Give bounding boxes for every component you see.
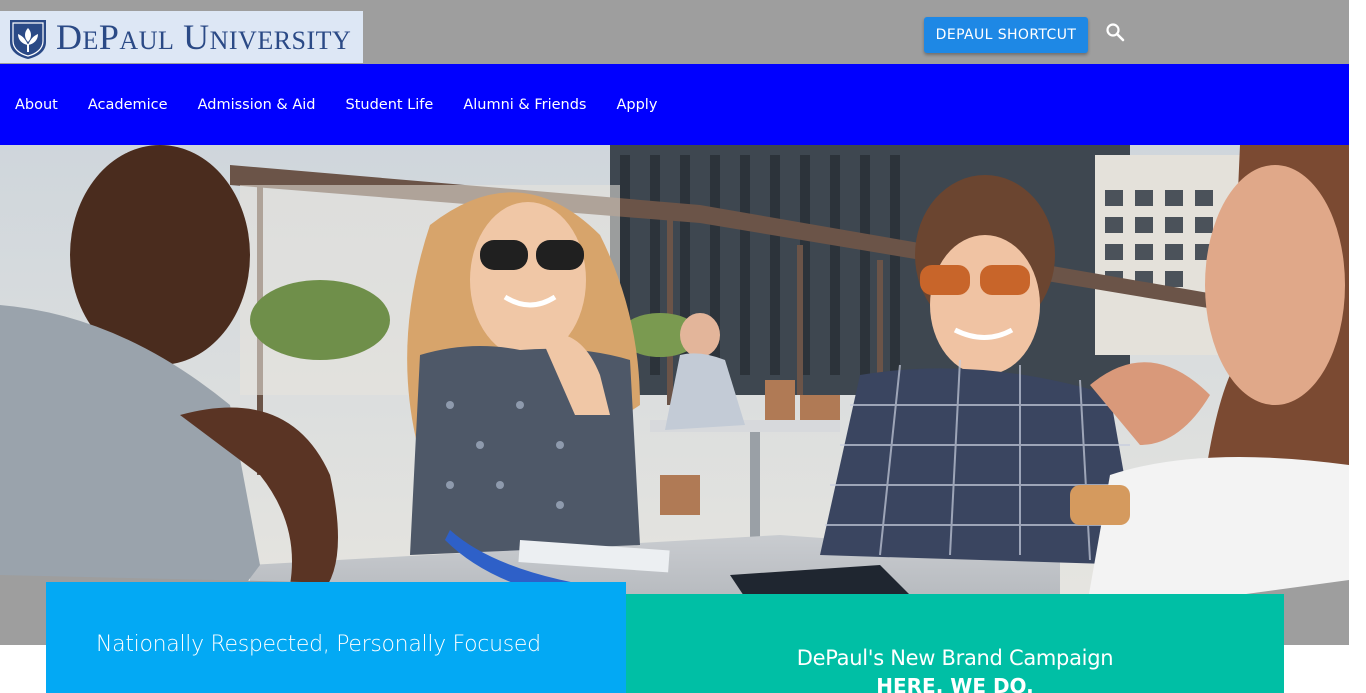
- search-icon[interactable]: [1105, 22, 1125, 42]
- nav-list: About Academice Admission & Aid Student …: [0, 64, 687, 145]
- card-right-subtitle: HERE. WE DO.: [876, 674, 1034, 693]
- nav-item-academice[interactable]: Academice: [88, 97, 168, 113]
- hero-photo-students: [0, 145, 1349, 645]
- nav-item-alumni-friends[interactable]: Alumni & Friends: [463, 97, 586, 113]
- depaul-shortcut-button[interactable]: DEPAUL SHORTCUT: [924, 17, 1088, 53]
- page: DEPAUL UNIVERSITY DEPAUL SHORTCUT About …: [0, 0, 1366, 693]
- nav-item-about[interactable]: About: [15, 97, 58, 113]
- hero-banner: [0, 145, 1349, 645]
- nationally-respected-card[interactable]: Nationally Respected, Personally Focused: [46, 582, 626, 693]
- shield-logo-icon: [10, 20, 46, 59]
- scrollbar-area[interactable]: [1349, 0, 1366, 693]
- top-header-bar: DEPAUL UNIVERSITY DEPAUL SHORTCUT: [0, 0, 1349, 64]
- card-right-title: DePaul's New Brand Campaign: [796, 646, 1114, 670]
- brand-campaign-card[interactable]: DePaul's New Brand Campaign HERE. WE DO.: [626, 594, 1284, 693]
- university-logo[interactable]: DEPAUL UNIVERSITY: [0, 11, 363, 63]
- card-left-title: Nationally Respected, Personally Focused: [96, 632, 541, 657]
- main-navigation: About Academice Admission & Aid Student …: [0, 64, 1349, 145]
- nav-item-student-life[interactable]: Student Life: [345, 97, 433, 113]
- nav-item-admission-aid[interactable]: Admission & Aid: [198, 97, 316, 113]
- logo-wordmark: DEPAUL UNIVERSITY: [56, 17, 352, 57]
- nav-item-apply[interactable]: Apply: [616, 97, 657, 113]
